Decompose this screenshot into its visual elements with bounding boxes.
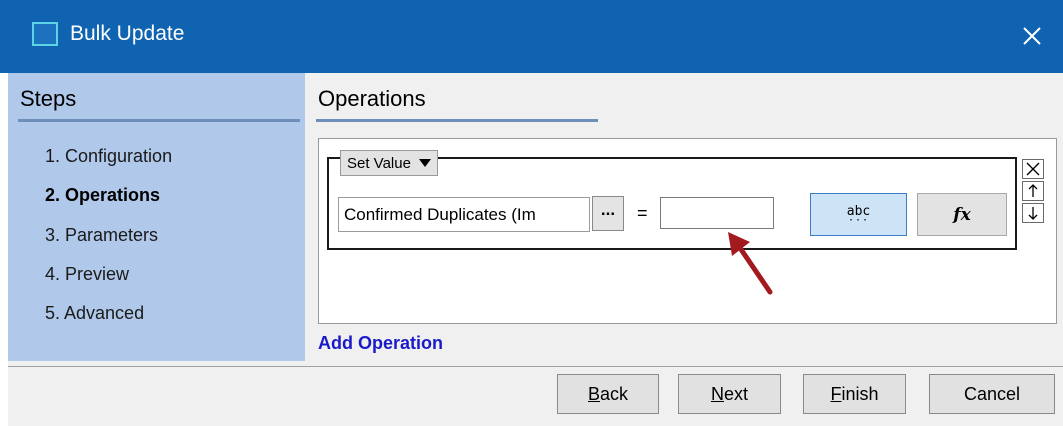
- back-button[interactable]: Back: [557, 374, 659, 414]
- up-arrow-icon: [1028, 184, 1038, 197]
- app-icon: [32, 22, 58, 46]
- bulk-update-dialog: Bulk Update Steps 1. Configuration 2. Op…: [0, 0, 1063, 426]
- finish-label: inish: [841, 383, 879, 404]
- formula-button[interactable]: fx: [917, 193, 1007, 236]
- remove-operation-button[interactable]: [1022, 159, 1044, 179]
- operations-divider: [316, 119, 598, 122]
- browse-field-button[interactable]: ...: [592, 196, 624, 231]
- back-label: ack: [600, 383, 629, 404]
- back-hotkey: B: [587, 383, 600, 404]
- step-advanced[interactable]: 5. Advanced: [45, 303, 144, 324]
- steps-divider: [18, 119, 300, 122]
- window-edge: [0, 73, 8, 426]
- operation-type-dropdown[interactable]: Set Value: [340, 150, 438, 176]
- next-hotkey: N: [710, 383, 724, 404]
- next-label: ext: [723, 383, 748, 404]
- field-selector[interactable]: Confirmed Duplicates (Im: [338, 197, 590, 232]
- literal-value-button[interactable]: abc ···: [810, 193, 907, 236]
- step-parameters[interactable]: 3. Parameters: [45, 225, 158, 246]
- close-button[interactable]: [1008, 14, 1056, 58]
- step-configuration[interactable]: 1. Configuration: [45, 146, 172, 167]
- abc-literal-icon: abc ···: [846, 203, 871, 226]
- step-operations[interactable]: 2. Operations: [45, 185, 160, 206]
- move-down-button[interactable]: [1022, 203, 1044, 223]
- close-icon: [1023, 27, 1041, 45]
- fx-formula-icon: fx: [953, 204, 971, 225]
- move-up-button[interactable]: [1022, 181, 1044, 201]
- equals-sign: =: [637, 203, 648, 223]
- next-button[interactable]: Next: [678, 374, 781, 414]
- operation-type-label: Set Value: [347, 154, 411, 172]
- annotation-arrow-icon: [728, 232, 773, 295]
- finish-hotkey: F: [830, 383, 842, 404]
- finish-button[interactable]: Finish: [803, 374, 906, 414]
- value-input[interactable]: [660, 197, 774, 229]
- window-title: Bulk Update: [70, 22, 185, 45]
- operations-title: Operations: [318, 86, 426, 111]
- remove-x-icon: [1026, 162, 1040, 176]
- steps-title: Steps: [20, 86, 77, 111]
- chevron-down-icon: [418, 159, 431, 167]
- step-preview[interactable]: 4. Preview: [45, 264, 129, 285]
- add-operation-link[interactable]: Add Operation: [318, 333, 443, 354]
- title-bar: Bulk Update: [0, 0, 1063, 73]
- down-arrow-icon: [1028, 207, 1038, 220]
- cancel-button[interactable]: Cancel: [929, 374, 1055, 414]
